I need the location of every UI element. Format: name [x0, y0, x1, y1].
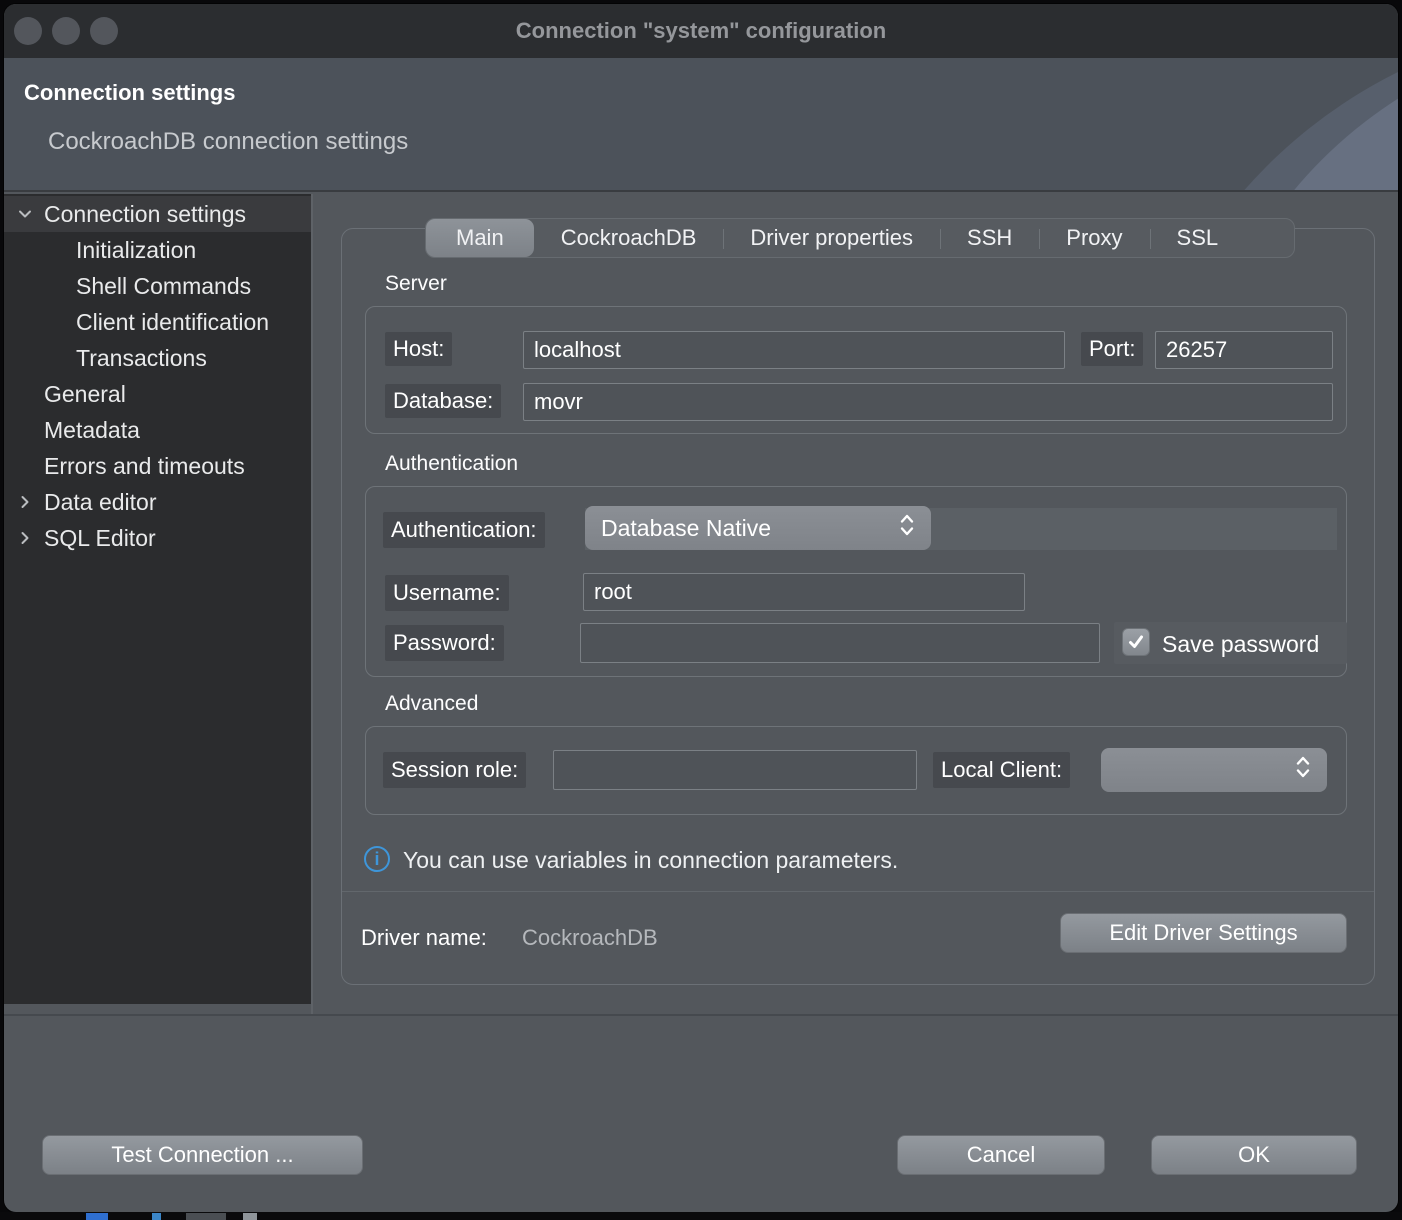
password-label: Password: — [385, 625, 504, 661]
sidebar-item-initialization[interactable]: Initialization — [4, 232, 311, 268]
host-label: Host: — [385, 332, 452, 366]
local-client-label: Local Client: — [933, 752, 1070, 788]
titlebar: Connection "system" configuration — [4, 4, 1398, 58]
tree-item-label: Connection settings — [44, 201, 246, 228]
database-label: Database: — [385, 384, 501, 418]
tab-ssh[interactable]: SSH — [940, 219, 1039, 257]
tree-item-label: Client identification — [76, 309, 269, 336]
auth-method-value: Database Native — [601, 515, 899, 542]
tree-item-label: SQL Editor — [44, 525, 156, 552]
panel-divider — [342, 891, 1374, 892]
cancel-button[interactable]: Cancel — [897, 1135, 1105, 1175]
header-divider — [4, 190, 1398, 192]
tree-item-label: Metadata — [44, 417, 140, 444]
chevron-right-icon[interactable] — [14, 491, 36, 513]
header-title: Connection settings — [24, 80, 235, 106]
username-field[interactable] — [583, 573, 1025, 611]
info-icon: i — [364, 846, 390, 872]
dialog-header: Connection settings CockroachDB connecti… — [4, 58, 1398, 192]
local-client-select[interactable] — [1101, 748, 1327, 792]
dock-icon-fragment — [152, 1213, 161, 1220]
tab-label: Proxy — [1066, 225, 1122, 251]
sidebar-item-connection-settings[interactable]: Connection settings — [4, 196, 311, 232]
sidebar-item-errors-and-timeouts[interactable]: Errors and timeouts — [4, 448, 311, 484]
chevron-updown-icon — [1295, 753, 1311, 787]
server-group-title: Server — [385, 272, 447, 296]
tab-driver-properties[interactable]: Driver properties — [723, 219, 940, 257]
test-connection-button[interactable]: Test Connection ... — [42, 1135, 363, 1175]
sidebar-item-client-identification[interactable]: Client identification — [4, 304, 311, 340]
ok-button[interactable]: OK — [1151, 1135, 1357, 1175]
sidebar-item-transactions[interactable]: Transactions — [4, 340, 311, 376]
desktop-background — [0, 1212, 1402, 1220]
save-password-checkbox[interactable] — [1122, 628, 1150, 656]
dock-icon-fragment — [86, 1213, 108, 1220]
edit-driver-settings-button[interactable]: Edit Driver Settings — [1060, 913, 1347, 953]
dock-icon-fragment — [243, 1213, 257, 1220]
port-label: Port: — [1081, 332, 1143, 366]
tab-cockroachdb[interactable]: CockroachDB — [534, 219, 724, 257]
session-role-field[interactable] — [553, 750, 917, 790]
tree-item-label: Transactions — [76, 345, 207, 372]
info-text: You can use variables in connection para… — [403, 846, 898, 874]
auth-method-select[interactable]: Database Native — [585, 506, 931, 550]
sidebar-item-sql-editor[interactable]: SQL Editor — [4, 520, 311, 556]
authentication-group-title: Authentication — [385, 452, 518, 476]
password-field[interactable] — [580, 623, 1100, 663]
tab-label: SSL — [1177, 225, 1219, 251]
tree-item-label: Errors and timeouts — [44, 453, 245, 480]
advanced-group-title: Advanced — [385, 692, 478, 716]
sidebar-item-general[interactable]: General — [4, 376, 311, 412]
save-password-label[interactable]: Save password — [1162, 629, 1347, 659]
window-title: Connection "system" configuration — [4, 4, 1398, 58]
driver-name-value: CockroachDB — [522, 925, 658, 951]
chevron-updown-icon — [899, 511, 915, 545]
authentication-label: Authentication: — [383, 512, 545, 548]
tab-label: Main — [456, 225, 504, 251]
chevron-right-icon[interactable] — [14, 527, 36, 549]
driver-name-label: Driver name: — [361, 925, 487, 951]
sidebar-splitter[interactable] — [311, 194, 313, 1014]
tree-item-label: Data editor — [44, 489, 157, 516]
tab-label: SSH — [967, 225, 1012, 251]
tree-item-label: Initialization — [76, 237, 196, 264]
database-field[interactable] — [523, 383, 1333, 421]
checkmark-icon — [1127, 633, 1145, 651]
tab-ssl[interactable]: SSL — [1150, 219, 1246, 257]
dock-icon-fragment — [186, 1213, 226, 1220]
tab-label: Driver properties — [750, 225, 913, 251]
tree-item-label: General — [44, 381, 126, 408]
tab-main[interactable]: Main — [426, 219, 534, 257]
tab-label: CockroachDB — [561, 225, 697, 251]
sidebar-item-data-editor[interactable]: Data editor — [4, 484, 311, 520]
settings-tree: Connection settings Initialization Shell… — [4, 194, 311, 1004]
sidebar-item-shell-commands[interactable]: Shell Commands — [4, 268, 311, 304]
sidebar-item-metadata[interactable]: Metadata — [4, 412, 311, 448]
header-subtitle: CockroachDB connection settings — [48, 128, 408, 156]
footer-divider — [4, 1014, 1398, 1016]
username-label: Username: — [385, 575, 509, 611]
connection-tabs: Main CockroachDB Driver properties SSH P… — [425, 218, 1295, 258]
session-role-label: Session role: — [383, 752, 526, 788]
host-field[interactable] — [523, 331, 1065, 369]
port-field[interactable] — [1155, 331, 1333, 369]
chevron-down-icon[interactable] — [14, 203, 36, 225]
tree-item-label: Shell Commands — [76, 273, 251, 300]
tab-proxy[interactable]: Proxy — [1039, 219, 1149, 257]
connection-configuration-dialog: Connection "system" configuration Connec… — [4, 4, 1398, 1212]
